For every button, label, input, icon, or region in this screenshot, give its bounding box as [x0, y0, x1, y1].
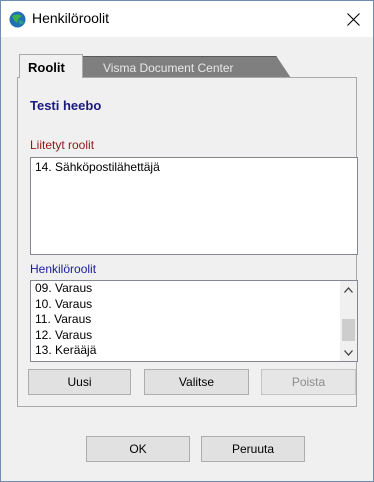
attached-roles-list[interactable]: 14. Sähköpostilähettäjä [30, 157, 358, 255]
tab-roolit[interactable]: Roolit [19, 54, 83, 78]
scrollbar-thumb[interactable] [342, 319, 355, 341]
list-item[interactable]: 09. Varaus [35, 281, 335, 297]
select-button[interactable]: Valitse [144, 369, 249, 395]
tab-visma-document-center[interactable]: Visma Document Center [81, 56, 291, 78]
app-globe-icon [9, 11, 26, 28]
list-item[interactable]: 11. Varaus [35, 312, 335, 328]
delete-button[interactable]: Poista [261, 369, 356, 395]
window-title: Henkilöroolit [32, 10, 110, 26]
scroll-down-button[interactable] [340, 344, 357, 361]
person-name: Testi heebo [30, 98, 102, 113]
list-item[interactable]: 12. Varaus [35, 328, 335, 344]
title-bar[interactable]: Henkilöroolit [1, 1, 373, 37]
person-roles-label: Henkilöroolit [30, 262, 97, 276]
list-item[interactable]: 14. Sähköpostilähettäjä [35, 160, 353, 174]
tab-strip: Visma Document Center Roolit [17, 54, 347, 78]
person-roles-list[interactable]: 09. Varaus 10. Varaus 11. Varaus 12. Var… [30, 280, 358, 362]
ok-button[interactable]: OK [86, 436, 190, 462]
chevron-down-icon [344, 349, 353, 356]
vertical-scrollbar[interactable] [340, 281, 357, 361]
attached-roles-label: Liitetyt roolit [30, 138, 95, 152]
roles-panel: Testi heebo Liitetyt roolit 14. Sähköpos… [17, 77, 358, 407]
chevron-up-icon [344, 286, 353, 293]
list-item[interactable]: 13. Kerääjä [35, 343, 335, 359]
close-button[interactable] [339, 5, 367, 33]
scroll-up-button[interactable] [340, 281, 357, 298]
cancel-button[interactable]: Peruuta [201, 436, 305, 462]
new-button[interactable]: Uusi [28, 369, 131, 395]
dialog-window: Henkilöroolit Visma Document Center Rool… [0, 0, 374, 482]
list-item[interactable]: 10. Varaus [35, 297, 335, 313]
close-icon [346, 12, 360, 26]
